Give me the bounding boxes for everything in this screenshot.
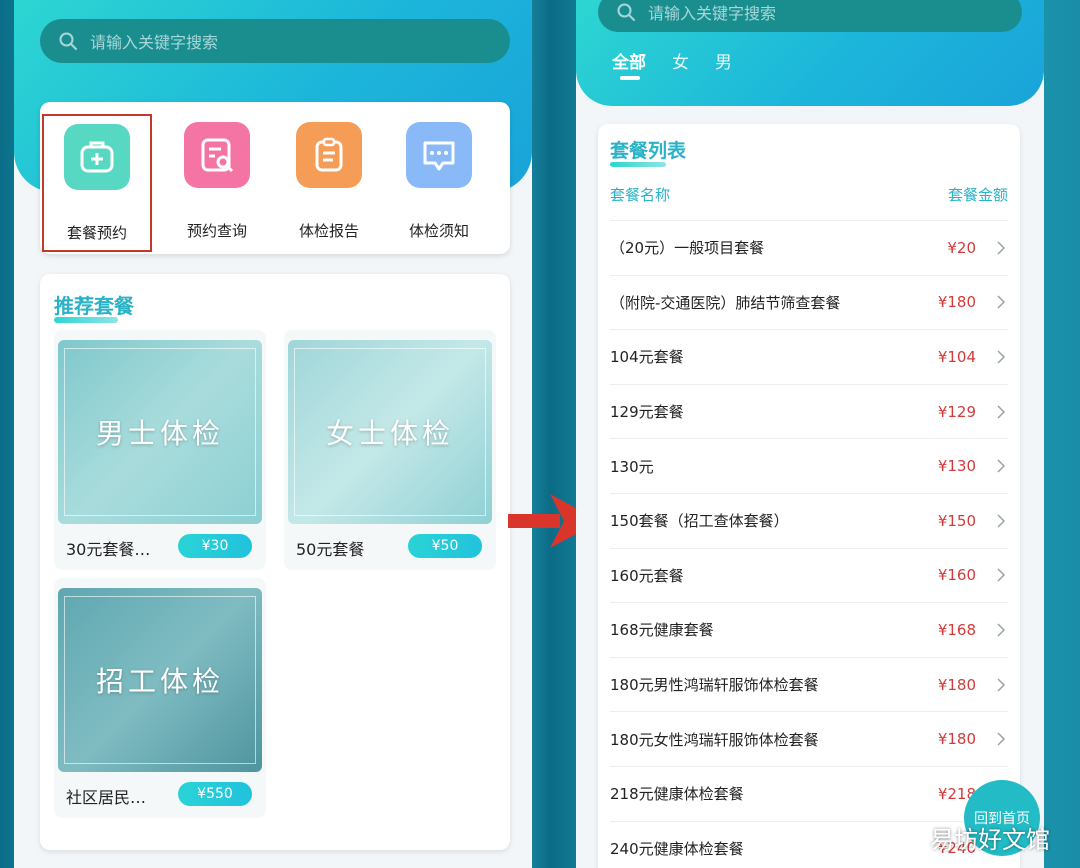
clipboard-icon	[296, 122, 362, 188]
package-list-card: 套餐列表 套餐名称 套餐金额 （20元）一般项目套餐 ¥20 （附院-交通医院）肺结…	[598, 124, 1020, 868]
chevron-right-icon	[997, 732, 1006, 746]
package-name: 240元健康体检套餐	[610, 839, 744, 858]
chevron-right-icon	[997, 295, 1006, 309]
package-price: ¥150	[937, 511, 976, 530]
search-input[interactable]: 请输入关键字搜索	[598, 0, 1022, 32]
package-price: ¥20	[947, 238, 976, 257]
table-row[interactable]: 150套餐（招工查体套餐） ¥150	[610, 492, 1008, 548]
title-underline	[54, 317, 118, 323]
chevron-right-icon	[997, 459, 1006, 473]
search-icon	[59, 32, 77, 50]
table-row[interactable]: 130元 ¥130	[610, 438, 1008, 493]
package-image: 招工体检	[58, 588, 262, 772]
package-name: （附院-交通医院）肺结节筛查套餐	[610, 293, 841, 312]
package-list-screen: 请输入关键字搜索 全部 女 男 套餐列表 套餐名称 套餐金额 （20元）一般项目…	[576, 0, 1044, 868]
table-row[interactable]: （20元）一般项目套餐 ¥20	[610, 220, 1008, 275]
section-title: 套餐列表	[610, 140, 687, 162]
column-header-name: 套餐名称	[610, 186, 671, 204]
home-screen: 请输入关键字搜索 套餐预约 预约查询 体检报告 体检须知 推荐套餐 男士体检 3…	[14, 0, 532, 868]
package-name: 129元套餐	[610, 403, 684, 422]
package-name: 180元男性鸿瑞轩服饰体检套餐	[610, 676, 819, 695]
package-card-recruitment[interactable]: 招工体检 社区居民… ¥550	[54, 578, 266, 818]
package-price: ¥130	[937, 457, 976, 476]
package-image-text: 招工体检	[95, 665, 224, 698]
package-name: 130元	[610, 457, 654, 476]
package-name: 30元套餐…	[66, 540, 151, 559]
chevron-right-icon	[997, 514, 1006, 528]
quick-action-label: 套餐预约	[66, 224, 127, 242]
package-image-text: 女士体检	[325, 417, 454, 450]
package-name: 104元套餐	[610, 348, 684, 367]
package-price: ¥160	[937, 566, 976, 585]
table-row[interactable]: 160元套餐 ¥160	[610, 547, 1008, 603]
recommended-packages-card: 推荐套餐 男士体检 30元套餐… ¥30 女士体检 50元套餐 ¥50 招工体检…	[40, 274, 510, 850]
section-title: 推荐套餐	[54, 294, 134, 318]
quick-action-exam-notice[interactable]: 体检须知	[384, 102, 494, 254]
package-price: ¥180	[937, 730, 976, 749]
medkit-icon	[64, 124, 130, 190]
package-price-badge: ¥50	[408, 534, 482, 558]
package-image-text: 男士体检	[95, 417, 224, 450]
table-row[interactable]: 218元健康体检套餐 ¥218	[610, 765, 1008, 821]
tab-female[interactable]: 女	[672, 48, 689, 73]
package-price: ¥168	[937, 620, 976, 639]
package-name: 社区居民…	[66, 788, 147, 807]
package-price-badge: ¥550	[178, 782, 252, 806]
tab-all[interactable]: 全部	[612, 48, 646, 80]
watermark: 易坊好文馆	[930, 826, 1050, 854]
package-name: （20元）一般项目套餐	[610, 239, 765, 258]
quick-action-exam-report[interactable]: 体检报告	[274, 102, 384, 254]
search-placeholder: 请输入关键字搜索	[648, 4, 777, 23]
search-document-icon	[184, 122, 250, 188]
package-name: 50元套餐	[296, 540, 365, 559]
chevron-right-icon	[997, 350, 1006, 364]
search-placeholder: 请输入关键字搜索	[90, 33, 219, 52]
table-row[interactable]: （附院-交通医院）肺结节筛查套餐 ¥180	[610, 274, 1008, 330]
package-list: （20元）一般项目套餐 ¥20 （附院-交通医院）肺结节筛查套餐 ¥180 104元套餐…	[610, 220, 1008, 868]
table-row[interactable]: 168元健康套餐 ¥168	[610, 602, 1008, 657]
tab-male[interactable]: 男	[715, 48, 732, 73]
package-image: 女士体检	[288, 340, 492, 524]
package-price: ¥129	[937, 402, 976, 421]
search-icon	[617, 3, 635, 21]
package-image: 男士体检	[58, 340, 262, 524]
chat-bubble-icon	[406, 122, 472, 188]
chevron-right-icon	[997, 241, 1006, 255]
quick-action-label: 体检须知	[408, 222, 469, 240]
quick-action-label: 预约查询	[186, 222, 247, 240]
package-name: 180元女性鸿瑞轩服饰体检套餐	[610, 730, 819, 749]
quick-action-package-booking[interactable]: 套餐预约	[42, 114, 152, 252]
quick-action-booking-query[interactable]: 预约查询	[162, 102, 272, 254]
package-price: ¥104	[937, 347, 976, 366]
package-price: ¥180	[937, 675, 976, 694]
quick-action-label: 体检报告	[298, 222, 359, 240]
title-underline	[610, 162, 666, 167]
package-name: 160元套餐	[610, 566, 684, 585]
table-row[interactable]: 104元套餐 ¥104	[610, 329, 1008, 384]
table-row[interactable]: 180元男性鸿瑞轩服饰体检套餐 ¥180	[610, 656, 1008, 712]
chevron-right-icon	[997, 623, 1006, 637]
package-name: 150套餐（招工查体套餐）	[610, 512, 789, 531]
chevron-right-icon	[997, 568, 1006, 582]
search-input[interactable]: 请输入关键字搜索	[40, 19, 510, 63]
table-row[interactable]: 180元女性鸿瑞轩服饰体检套餐 ¥180	[610, 711, 1008, 766]
package-price-badge: ¥30	[178, 534, 252, 558]
table-row[interactable]: 129元套餐 ¥129	[610, 383, 1008, 439]
package-card-male[interactable]: 男士体检 30元套餐… ¥30	[54, 330, 266, 570]
package-name: 218元健康体检套餐	[610, 785, 744, 804]
package-name: 168元健康套餐	[610, 621, 714, 640]
chevron-right-icon	[997, 678, 1006, 692]
chevron-right-icon	[997, 405, 1006, 419]
package-card-female[interactable]: 女士体检 50元套餐 ¥50	[284, 330, 496, 570]
list-header: 请输入关键字搜索 全部 女 男	[576, 0, 1044, 106]
gender-tabs: 全部 女 男	[612, 48, 732, 80]
package-price: ¥180	[937, 293, 976, 312]
quick-actions-card: 套餐预约 预约查询 体检报告 体检须知	[40, 102, 510, 254]
column-header-price: 套餐金额	[947, 186, 1008, 204]
